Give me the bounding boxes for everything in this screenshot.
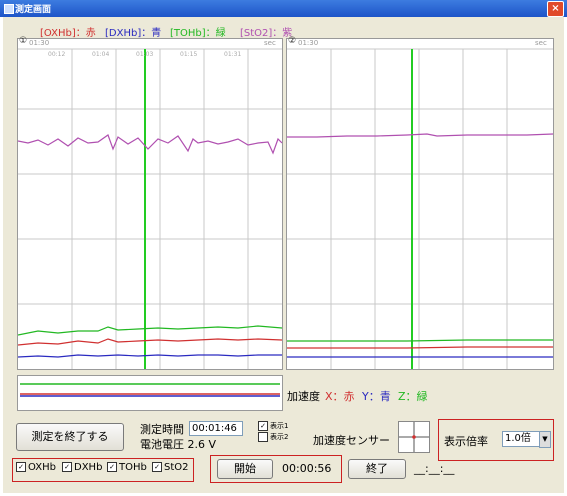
chevron-down-icon[interactable]: ▼ (539, 431, 551, 448)
graph-panel-right[interactable]: ② 01:30 sec (286, 36, 554, 370)
display2-option[interactable]: 表示2 (258, 432, 288, 442)
checkbox-sto2-label: StO2 (164, 462, 189, 473)
title-bar (0, 0, 567, 17)
zoom-select[interactable]: 1.0倍 (502, 431, 542, 447)
battery-voltage-label: 電池電圧 2.6 V (140, 438, 217, 451)
display1-option[interactable]: ✓ 表示1 (258, 421, 288, 431)
tick-label: 00:12 (48, 51, 66, 58)
measure-time-label: 測定時間 (140, 423, 184, 436)
graph-right-svg (287, 48, 553, 369)
checkbox-tohb-box[interactable]: ✓ (107, 462, 117, 472)
measure-time-field: 00:01:46 (189, 421, 243, 436)
display2-checkbox[interactable] (258, 432, 268, 442)
tick-label: 01:15 (180, 51, 198, 58)
checkbox-dxhb[interactable]: ✓ DXHb (62, 462, 102, 473)
panel-right-number: ② (288, 36, 297, 46)
panel-left-number: ① (19, 36, 28, 46)
accel-sensor-indicator (398, 421, 430, 453)
display1-checkbox[interactable]: ✓ (258, 421, 268, 431)
checkbox-tohb[interactable]: ✓ TOHb (107, 462, 147, 473)
accel-sensor-label: 加速度センサー (313, 434, 390, 447)
legend-tohb: [TOHb]：緑 (170, 28, 226, 39)
oxhb-trace-right (287, 346, 553, 349)
accel-graph-svg (20, 383, 280, 397)
graph-left-svg (18, 48, 282, 369)
tick-label: 01:04 (92, 51, 110, 58)
legend-oxhb: [OXHb]：赤 (40, 28, 96, 39)
checkbox-dxhb-label: DXHb (74, 462, 103, 473)
display2-label: 表示2 (270, 433, 289, 441)
legend-dxhb: [DXHb]：青 (105, 28, 162, 39)
checkbox-oxhb[interactable]: ✓ OXHb (16, 462, 56, 473)
panel-left-time-start: 01:30 (29, 39, 50, 47)
accel-x-legend: X：赤 (325, 390, 355, 403)
tohb-trace-left (18, 325, 282, 336)
checkbox-oxhb-label: OXHb (28, 462, 56, 473)
window-title: 測定画面 (15, 5, 52, 15)
tohb-trace-right (287, 339, 553, 342)
display1-label: 表示1 (270, 422, 289, 430)
panel-left-unit: sec (264, 39, 276, 47)
accel-graph-panel (17, 375, 283, 411)
checkbox-tohb-label: TOHb (119, 462, 147, 473)
accel-z-legend: Z：緑 (398, 390, 428, 403)
legend-sto2: [StO2]：紫 (240, 28, 293, 39)
panel-right-unit: sec (535, 39, 547, 47)
end-measurement-button[interactable]: 測定を終了する (16, 423, 124, 451)
checkbox-sto2-box[interactable]: ✓ (152, 462, 162, 472)
panel-right-time-start: 01:30 (298, 39, 319, 47)
crosshair-icon (399, 422, 429, 452)
oxhb-trace-left (18, 338, 282, 346)
graph-panel-left[interactable]: ① 01:30 sec 00:12 01:04 01:03 01:15 01:3… (17, 36, 283, 370)
close-button[interactable]: × (547, 1, 564, 17)
end-button[interactable]: 終了 (348, 459, 406, 479)
elapsed-time: 00:00:56 (282, 462, 332, 475)
window-icon (4, 4, 14, 14)
tick-label: 01:31 (224, 51, 242, 58)
zoom-label: 表示倍率 (444, 435, 488, 448)
start-button[interactable]: 開始 (217, 459, 273, 479)
sto2-trace-right (287, 133, 553, 138)
accel-y-legend: Y：青 (362, 390, 391, 403)
end-time-display: __:__:__ (414, 462, 455, 475)
dxhb-trace-left (18, 354, 282, 358)
sto2-trace-left (18, 134, 282, 155)
checkbox-oxhb-box[interactable]: ✓ (16, 462, 26, 472)
tick-label: 01:03 (136, 51, 154, 58)
accel-label: 加速度 (287, 390, 320, 403)
checkbox-sto2[interactable]: ✓ StO2 (152, 462, 189, 473)
checkbox-dxhb-box[interactable]: ✓ (62, 462, 72, 472)
